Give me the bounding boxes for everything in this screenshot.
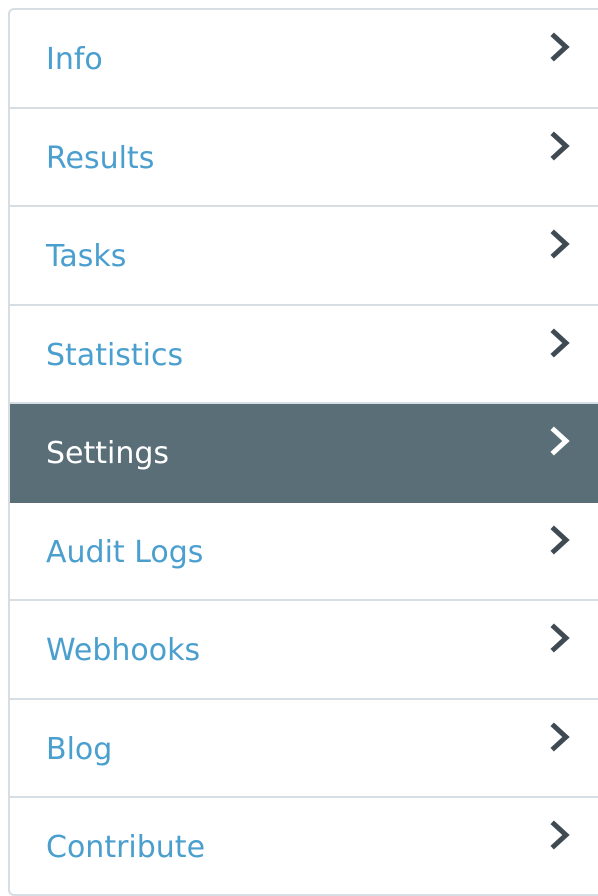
sidebar-nav: Info Results Tasks Statistics Settings A… bbox=[8, 8, 598, 896]
sidebar-item-audit-logs[interactable]: Audit Logs bbox=[10, 503, 598, 601]
chevron-right-icon bbox=[550, 130, 572, 161]
sidebar-item-results[interactable]: Results bbox=[10, 109, 598, 207]
chevron-right-icon bbox=[550, 820, 572, 850]
sidebar-item-label: Audit Logs bbox=[46, 534, 204, 570]
sidebar-item-contribute[interactable]: Contribute bbox=[10, 798, 598, 894]
chevron-right-icon bbox=[550, 721, 572, 752]
sidebar-item-label: Settings bbox=[46, 436, 170, 472]
sidebar-item-label: Contribute bbox=[46, 829, 206, 865]
chevron-right-icon bbox=[550, 229, 572, 259]
chevron-right-icon bbox=[550, 327, 572, 358]
chevron-right-icon bbox=[550, 426, 572, 456]
sidebar-item-label: Blog bbox=[46, 731, 113, 767]
sidebar-item-label: Statistics bbox=[46, 337, 184, 373]
sidebar-item-settings[interactable]: Settings bbox=[10, 404, 598, 503]
sidebar-item-label: Tasks bbox=[46, 239, 127, 275]
sidebar-item-webhooks[interactable]: Webhooks bbox=[10, 601, 598, 700]
sidebar-item-label: Info bbox=[46, 42, 103, 78]
sidebar-item-info[interactable]: Info bbox=[10, 10, 598, 109]
sidebar-item-tasks[interactable]: Tasks bbox=[10, 207, 598, 306]
chevron-right-icon bbox=[550, 524, 572, 555]
chevron-right-icon bbox=[550, 32, 572, 62]
chevron-right-icon bbox=[550, 623, 572, 653]
sidebar-item-blog[interactable]: Blog bbox=[10, 700, 598, 798]
sidebar-item-statistics[interactable]: Statistics bbox=[10, 306, 598, 404]
sidebar-item-label: Webhooks bbox=[46, 633, 201, 669]
sidebar-item-label: Results bbox=[46, 140, 155, 176]
